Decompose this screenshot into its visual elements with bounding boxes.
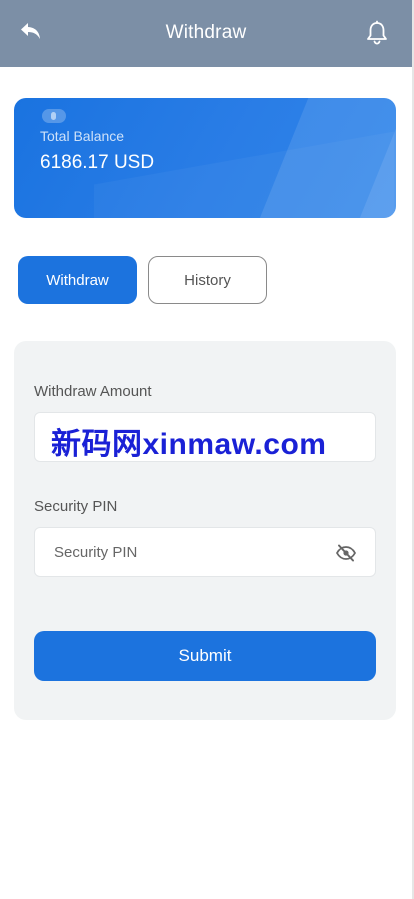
- pin-field: [34, 527, 376, 577]
- submit-button[interactable]: Submit: [34, 631, 376, 681]
- notifications-button[interactable]: [364, 19, 390, 47]
- pin-input[interactable]: [35, 528, 375, 576]
- eye-off-icon: [336, 544, 356, 562]
- amount-field: 新码网xinmaw.com: [34, 412, 376, 462]
- page-title: Withdraw: [165, 22, 247, 43]
- balance-value: 6186.17 USD: [40, 152, 155, 173]
- balance-card: Total Balance 6186.17 USD: [14, 98, 396, 218]
- balance-label: Total Balance: [40, 128, 125, 144]
- withdraw-form: Withdraw Amount 新码网xinmaw.com Security P…: [14, 341, 396, 720]
- balance-visibility-toggle[interactable]: [42, 109, 66, 123]
- bell-icon: [367, 20, 387, 45]
- toggle-pin-visibility-button[interactable]: [335, 542, 357, 564]
- amount-input[interactable]: [35, 413, 375, 461]
- pin-label: Security PIN: [34, 498, 118, 515]
- amount-label: Withdraw Amount: [34, 383, 152, 400]
- tab-withdraw[interactable]: Withdraw: [18, 256, 137, 304]
- app-header: Withdraw: [0, 0, 412, 67]
- tab-history[interactable]: History: [148, 256, 267, 304]
